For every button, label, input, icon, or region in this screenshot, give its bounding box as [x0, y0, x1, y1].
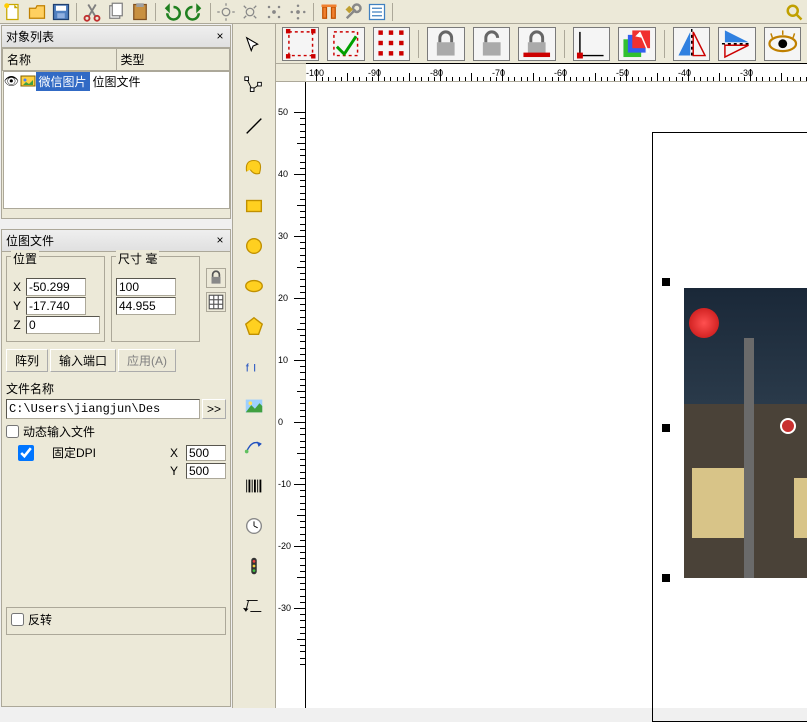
row-type: 位图文件 — [90, 72, 144, 91]
pos-legend: 位置 — [11, 250, 39, 267]
clock-tool-icon[interactable] — [236, 508, 272, 544]
zoom-icon[interactable] — [783, 2, 805, 22]
grid-icon[interactable] — [206, 292, 226, 312]
svg-text:I: I — [253, 363, 256, 375]
tool-palette: fI — [232, 24, 276, 708]
bitmap-icon — [20, 73, 36, 89]
brightness2-icon[interactable] — [239, 2, 261, 22]
grid-sel-icon[interactable] — [373, 27, 410, 61]
pillars-icon[interactable] — [318, 2, 340, 22]
select-tool-icon[interactable] — [236, 28, 272, 64]
selection2-icon[interactable] — [327, 27, 364, 61]
tools-icon[interactable] — [342, 2, 364, 22]
col-header-name[interactable]: 名称 — [3, 49, 117, 71]
eye-tool-icon[interactable] — [764, 27, 801, 61]
file-label: 文件名称 — [6, 380, 226, 397]
lock-open-icon[interactable] — [473, 27, 510, 61]
color-layers-icon[interactable] — [618, 27, 655, 61]
top-tool-row — [276, 24, 807, 64]
pos-y-field[interactable] — [26, 297, 86, 315]
barcode-tool-icon[interactable] — [236, 468, 272, 504]
selection-handle[interactable] — [662, 574, 670, 582]
port-button[interactable]: 输入端口 — [50, 349, 116, 372]
line-tool-icon[interactable] — [236, 108, 272, 144]
object-list-title: 对象列表 — [6, 28, 54, 45]
bitmap-image[interactable] — [684, 288, 807, 578]
pos-x-field[interactable] — [26, 278, 86, 296]
dpi-y-label: Y — [170, 464, 180, 478]
save-icon[interactable] — [50, 2, 72, 22]
close-icon[interactable]: × — [214, 31, 226, 43]
new-icon[interactable] — [2, 2, 24, 22]
vertical-ruler: 50403020100-10-20-30 — [276, 82, 306, 708]
lock-closed-icon[interactable] — [427, 27, 464, 61]
mirror-h-icon[interactable] — [673, 27, 710, 61]
object-list-panel: 对象列表 × 名称 类型 👁 微信图片 位图文件 — [1, 25, 231, 219]
dpi-x-label: X — [170, 446, 180, 460]
dot2-icon[interactable] — [287, 2, 309, 22]
close-icon[interactable]: × — [214, 235, 226, 247]
row-name: 微信图片 — [36, 72, 90, 91]
invert-label: 反转 — [28, 611, 52, 628]
cut-icon[interactable] — [81, 2, 103, 22]
polygon-tool-icon[interactable] — [236, 308, 272, 344]
redo-icon[interactable] — [184, 2, 206, 22]
svg-text:f: f — [246, 363, 250, 375]
dpi-x-field[interactable] — [186, 445, 226, 461]
node-tool-icon[interactable] — [236, 68, 272, 104]
horizontal-ruler: -100-90-80-70-60-50-40-30 — [306, 63, 807, 81]
workspace[interactable] — [306, 82, 807, 708]
fixed-dpi-label: 固定DPI — [52, 444, 96, 461]
copy-icon[interactable] — [105, 2, 127, 22]
bitmap-panel: 位图文件 × 位置 X Y Z 尺寸 毫 — [1, 229, 231, 707]
browse-button[interactable]: >> — [202, 399, 226, 419]
curve-tool-icon[interactable] — [236, 148, 272, 184]
dynamic-input-label: 动态输入文件 — [23, 423, 95, 440]
mirror-v-icon[interactable] — [718, 27, 755, 61]
pos-z-field[interactable] — [26, 316, 100, 334]
lock-layer-icon[interactable] — [518, 27, 555, 61]
selection1-icon[interactable] — [282, 27, 319, 61]
size-h-field[interactable] — [116, 297, 176, 315]
circle-tool-icon[interactable] — [236, 228, 272, 264]
apply-button[interactable]: 应用(A) — [118, 349, 176, 372]
signal-tool-icon[interactable] — [236, 548, 272, 584]
dpi-y-field[interactable] — [186, 463, 226, 479]
image-tool-icon[interactable] — [236, 388, 272, 424]
dynamic-input-checkbox[interactable] — [6, 425, 19, 438]
eye-icon[interactable]: 👁 — [4, 74, 20, 88]
fixed-dpi-checkbox[interactable] — [6, 445, 46, 461]
undo-icon[interactable] — [160, 2, 182, 22]
origin-icon[interactable] — [573, 27, 610, 61]
col-header-type[interactable]: 类型 — [116, 49, 230, 71]
main-toolbar — [0, 0, 807, 24]
text-tool-icon[interactable]: fI — [236, 348, 272, 384]
bitmap-title: 位图文件 — [6, 232, 54, 249]
table-row[interactable]: 👁 微信图片 位图文件 — [4, 72, 229, 90]
vector-tool-icon[interactable] — [236, 428, 272, 464]
left-panels: 对象列表 × 名称 类型 👁 微信图片 位图文件 — [0, 24, 232, 708]
brightness1-icon[interactable] — [215, 2, 237, 22]
rect-tool-icon[interactable] — [236, 188, 272, 224]
dot1-icon[interactable] — [263, 2, 285, 22]
list-icon[interactable] — [366, 2, 388, 22]
size-w-field[interactable] — [116, 278, 176, 296]
skew-tool-icon[interactable] — [236, 588, 272, 624]
lock-icon[interactable] — [206, 268, 226, 288]
selection-handle[interactable] — [662, 424, 670, 432]
ellipse-tool-icon[interactable] — [236, 268, 272, 304]
canvas-area: -100-90-80-70-60-50-40-30 50403020100-10… — [276, 24, 807, 708]
invert-checkbox[interactable] — [11, 613, 24, 626]
array-button[interactable]: 阵列 — [6, 349, 48, 372]
paste-icon[interactable] — [129, 2, 151, 22]
open-icon[interactable] — [26, 2, 48, 22]
selection-handle[interactable] — [662, 278, 670, 286]
file-path-field[interactable] — [6, 399, 200, 419]
